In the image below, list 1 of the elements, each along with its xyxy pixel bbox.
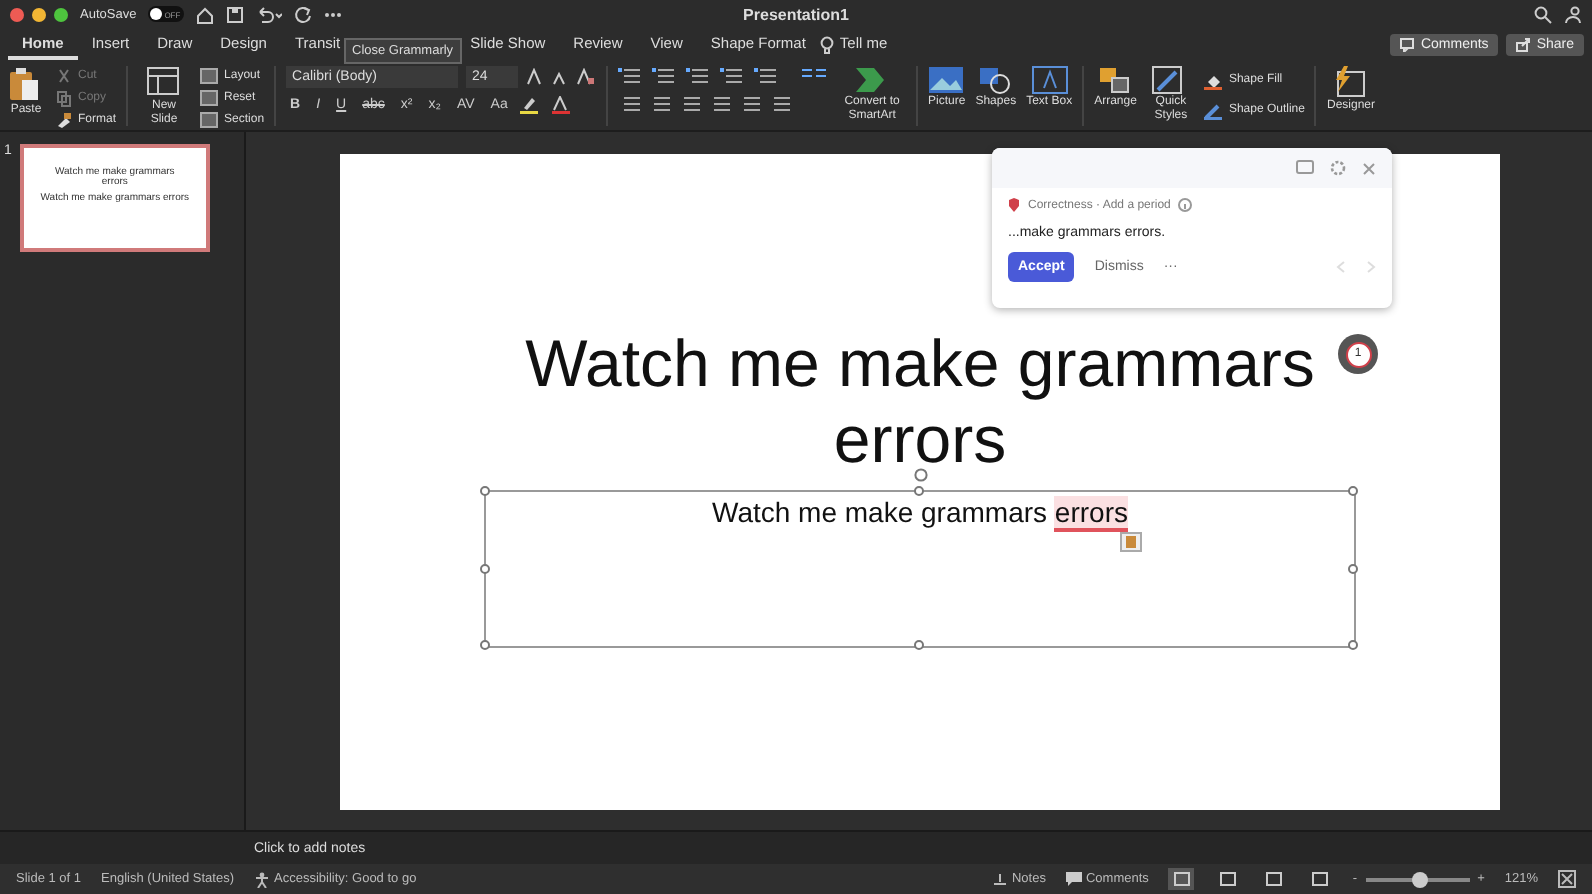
window-title: Presentation1 — [743, 5, 849, 23]
